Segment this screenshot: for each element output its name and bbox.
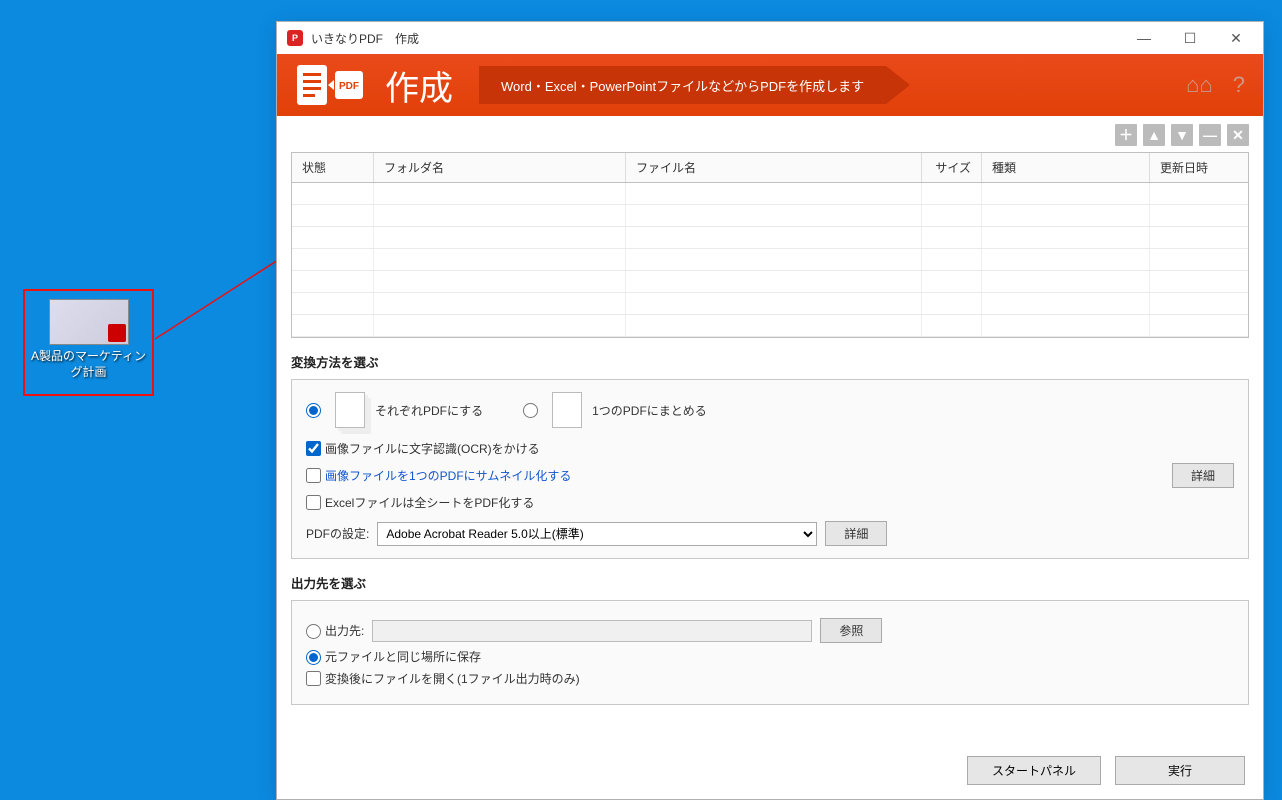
clear-button[interactable]: ✕ xyxy=(1227,124,1249,146)
add-button[interactable]: ＋ xyxy=(1115,124,1137,146)
help-icon[interactable]: ? xyxy=(1233,72,1245,98)
move-down-button[interactable]: ▼ xyxy=(1171,124,1193,146)
col-folder[interactable]: フォルダ名 xyxy=(374,153,626,182)
footer: スタートパネル 実行 xyxy=(277,744,1263,799)
radio-output-dest[interactable]: 出力先: xyxy=(306,622,364,639)
remove-button[interactable]: — xyxy=(1199,124,1221,146)
desktop-file-label: A製品のマーケティング計画 xyxy=(27,349,150,380)
checkbox-open-after[interactable]: 変換後にファイルを開く(1ファイル出力時のみ) xyxy=(306,670,1234,687)
close-button[interactable]: ✕ xyxy=(1213,23,1259,53)
desktop-file-icon[interactable]: A製品のマーケティング計画 xyxy=(23,289,154,396)
banner-logo-icon: PDF xyxy=(295,63,365,107)
maximize-button[interactable]: ☐ xyxy=(1167,23,1213,53)
radio-each-pdf[interactable]: それぞれPDFにする xyxy=(306,392,483,428)
conversion-section: 変換方法を選ぶ それぞれPDFにする 1つのPDFにまとめる 画像ファイルに文字… xyxy=(291,352,1249,559)
banner-subtitle: Word・Excel・PowerPointファイルなどからPDFを作成します xyxy=(479,66,886,104)
output-title: 出力先を選ぶ xyxy=(291,573,1249,592)
conversion-title: 変換方法を選ぶ xyxy=(291,352,1249,371)
app-window: P いきなりPDF 作成 — ☐ ✕ PDF 作成 Word・Excel・Pow… xyxy=(276,21,1264,800)
col-type[interactable]: 種類 xyxy=(982,153,1150,182)
move-up-button[interactable]: ▲ xyxy=(1143,124,1165,146)
banner-heading: 作成 xyxy=(385,61,453,110)
app-icon: P xyxy=(287,30,303,46)
col-status[interactable]: 状態 xyxy=(292,153,374,182)
minimize-button[interactable]: — xyxy=(1121,23,1167,53)
col-date[interactable]: 更新日時 xyxy=(1150,153,1248,182)
table-header: 状態 フォルダ名 ファイル名 サイズ 種類 更新日時 xyxy=(292,153,1248,183)
titlebar[interactable]: P いきなりPDF 作成 — ☐ ✕ xyxy=(277,22,1263,54)
pdf-setting-label: PDFの設定: xyxy=(306,525,369,542)
browse-button[interactable]: 参照 xyxy=(820,618,882,643)
col-file[interactable]: ファイル名 xyxy=(626,153,922,182)
svg-text:PDF: PDF xyxy=(339,81,359,92)
execute-button[interactable]: 実行 xyxy=(1115,756,1245,785)
start-panel-button[interactable]: スタートパネル xyxy=(967,756,1101,785)
thumbnail-detail-button[interactable]: 詳細 xyxy=(1172,463,1234,488)
file-table[interactable]: 状態 フォルダ名 ファイル名 サイズ 種類 更新日時 xyxy=(291,152,1249,338)
table-body[interactable] xyxy=(292,183,1248,337)
radio-output-same[interactable]: 元ファイルと同じ場所に保存 xyxy=(306,648,481,665)
checkbox-excel-allsheets[interactable]: Excelファイルは全シートをPDF化する xyxy=(306,494,1234,511)
checkbox-thumbnail[interactable]: 画像ファイルを1つのPDFにサムネイル化する xyxy=(306,467,571,484)
output-path-field[interactable] xyxy=(372,620,812,642)
title-mode: 作成 xyxy=(395,30,419,47)
list-toolbar: ＋ ▲ ▼ — ✕ xyxy=(277,116,1263,152)
multi-doc-icon xyxy=(335,392,365,428)
title-app: いきなりPDF xyxy=(311,30,383,47)
book-icon[interactable]: ⌂⌂ xyxy=(1186,72,1213,98)
desktop: A製品のマーケティング計画 P いきなりPDF 作成 — ☐ ✕ PDF xyxy=(0,0,1282,800)
pdf-setting-select[interactable]: Adobe Acrobat Reader 5.0以上(標準) xyxy=(377,522,817,546)
radio-merge-pdf[interactable]: 1つのPDFにまとめる xyxy=(523,392,707,428)
pdf-detail-button[interactable]: 詳細 xyxy=(825,521,887,546)
file-thumbnail-icon xyxy=(49,299,129,345)
banner: PDF 作成 Word・Excel・PowerPointファイルなどからPDFを… xyxy=(277,54,1263,116)
single-doc-icon xyxy=(552,392,582,428)
output-section: 出力先を選ぶ 出力先: 参照 元ファイルと同じ場所に保存 変換後にファイルを開く… xyxy=(291,573,1249,705)
col-size[interactable]: サイズ xyxy=(922,153,982,182)
checkbox-ocr[interactable]: 画像ファイルに文字認識(OCR)をかける xyxy=(306,440,1234,457)
